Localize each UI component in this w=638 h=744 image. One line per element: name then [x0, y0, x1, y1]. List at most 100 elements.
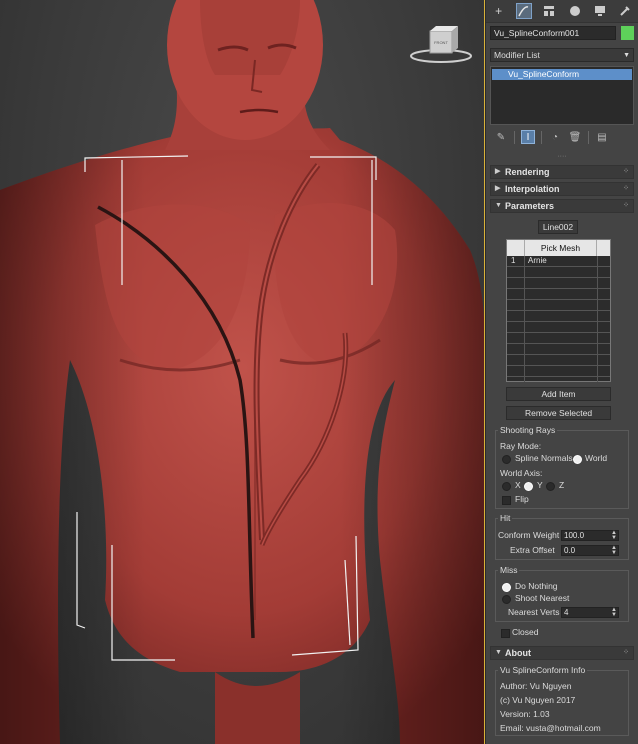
remove-selected-button[interactable]: Remove Selected: [506, 406, 611, 420]
rollout-parameters[interactable]: ▼ Parameters ⁘: [490, 199, 634, 213]
drag-handle-icon[interactable]: ⁘: [623, 647, 629, 659]
modifier-list-dropdown[interactable]: Modifier List ▼: [490, 48, 634, 62]
hit-title: Hit: [498, 513, 513, 523]
about-info-group: Vu SplineConform Info Author: Vu Nguyen …: [495, 665, 629, 736]
rollout-about[interactable]: ▼ About ⁘: [490, 646, 634, 660]
table-row[interactable]: [507, 267, 610, 278]
table-row[interactable]: [507, 311, 610, 322]
shooting-rays-title: Shooting Rays: [498, 425, 558, 435]
rollout-rendering[interactable]: ▶ Rendering ⁘: [490, 165, 634, 179]
conform-weight-label: Conform Weight: [498, 530, 560, 540]
nearest-verts-value: 4: [564, 608, 569, 617]
flip-label: Flip: [515, 494, 529, 504]
axis-x-radio[interactable]: [502, 482, 511, 491]
rollout-title: Interpolation: [505, 184, 560, 194]
extra-offset-label: Extra Offset: [510, 545, 555, 555]
spline-normals-radio[interactable]: [502, 455, 511, 464]
command-panel: + Vu_SplineConform001 Modifier List ▼ Vu…: [486, 0, 638, 744]
table-header: Pick Mesh: [507, 240, 610, 256]
table-row[interactable]: 1 Arnie: [507, 256, 610, 267]
table-row[interactable]: [507, 300, 610, 311]
show-end-result-icon[interactable]: I: [521, 130, 535, 144]
row-mesh-name: Arnie: [528, 256, 547, 265]
world-label: World: [585, 453, 608, 463]
pick-spline-button[interactable]: Line002: [538, 220, 578, 234]
table-row[interactable]: [507, 289, 610, 300]
extra-offset-spinner[interactable]: 0.0 ▲ ▼: [561, 545, 619, 556]
spinner-arrows-icon[interactable]: ▲ ▼: [611, 530, 617, 541]
viewport-scene[interactable]: FRONT: [0, 0, 485, 744]
command-panel-tabs: +: [486, 0, 638, 23]
body-model[interactable]: [0, 0, 485, 744]
table-row[interactable]: [507, 344, 610, 355]
stack-toolbar: ✎ I ◔ 🗑 ▤: [490, 129, 638, 145]
table-header-extra: [597, 240, 610, 256]
create-icon[interactable]: +: [491, 3, 507, 19]
chevron-down-icon: ▼: [623, 52, 630, 59]
table-row[interactable]: [507, 333, 610, 344]
rollout-title: Parameters: [505, 201, 555, 211]
table-row[interactable]: [507, 278, 610, 289]
shoot-nearest-radio[interactable]: [502, 595, 511, 604]
closed-label: Closed: [512, 627, 539, 637]
collapse-arrow-icon: ▼: [495, 649, 502, 656]
table-header-index: [507, 240, 525, 256]
viewport[interactable]: FRONT: [0, 0, 485, 744]
nearest-verts-spinner[interactable]: 4 ▲ ▼: [561, 607, 619, 618]
nearest-verts-label: Nearest Verts: [508, 607, 560, 617]
miss-group: Miss Do Nothing Shoot Nearest Nearest Ve…: [495, 565, 629, 622]
mesh-list-table[interactable]: Pick Mesh 1 Arnie: [506, 239, 611, 382]
modifier-stack[interactable]: Vu_SplineConform: [490, 66, 634, 125]
hit-group: Hit Conform Weight 100.0 ▲ ▼ Extra Offset…: [495, 513, 629, 560]
do-nothing-radio[interactable]: [502, 583, 511, 592]
drag-handle-icon[interactable]: ⁘: [623, 200, 629, 212]
axis-z-radio[interactable]: [546, 482, 555, 491]
flip-checkbox[interactable]: [502, 496, 511, 505]
about-version: Version: 1.03: [500, 709, 550, 719]
axis-y-label: Y: [537, 480, 543, 490]
axis-x-label: X: [515, 480, 521, 490]
utilities-icon[interactable]: [617, 3, 633, 19]
pin-stack-icon[interactable]: ✎: [494, 130, 508, 144]
display-icon[interactable]: [592, 3, 608, 19]
remove-modifier-icon[interactable]: 🗑: [568, 130, 582, 144]
motion-icon[interactable]: [567, 3, 583, 19]
closed-checkbox[interactable]: [501, 629, 510, 638]
row-index: 1: [511, 256, 516, 265]
world-radio[interactable]: [573, 455, 582, 464]
axis-y-radio[interactable]: [524, 482, 533, 491]
table-row[interactable]: [507, 366, 610, 377]
panel-resize-grip[interactable]: ····: [556, 153, 568, 160]
do-nothing-label: Do Nothing: [515, 581, 558, 591]
table-row[interactable]: [507, 355, 610, 366]
rollout-title: Rendering: [505, 167, 550, 177]
object-color-swatch[interactable]: [621, 26, 634, 40]
viewcube-face-label: FRONT: [434, 40, 448, 45]
axis-z-label: Z: [559, 480, 565, 490]
table-header-pick-mesh[interactable]: Pick Mesh: [525, 240, 597, 256]
rollout-title: About: [505, 648, 531, 658]
make-unique-icon[interactable]: ◔: [548, 130, 562, 144]
collapse-arrow-icon: ▼: [495, 202, 502, 209]
about-author: Author: Vu Nguyen: [500, 681, 572, 691]
drag-handle-icon[interactable]: ⁘: [623, 183, 629, 195]
object-name-field[interactable]: Vu_SplineConform001: [490, 26, 616, 40]
viewcube[interactable]: FRONT: [410, 26, 472, 63]
conform-weight-value: 100.0: [564, 531, 585, 540]
shoot-nearest-label: Shoot Nearest: [515, 593, 570, 603]
spinner-arrows-icon[interactable]: ▲ ▼: [611, 545, 617, 556]
add-item-button[interactable]: Add Item: [506, 387, 611, 401]
modify-icon[interactable]: [515, 3, 532, 19]
hierarchy-icon[interactable]: [541, 3, 557, 19]
configure-sets-icon[interactable]: ▤: [595, 130, 609, 144]
rollout-interpolation[interactable]: ▶ Interpolation ⁘: [490, 182, 634, 196]
stack-item-vu-splineconform[interactable]: Vu_SplineConform: [492, 69, 632, 80]
modifier-list-label: Modifier List: [494, 50, 540, 60]
expand-arrow-icon: ▶: [495, 185, 501, 192]
miss-title: Miss: [498, 565, 520, 575]
extra-offset-value: 0.0: [564, 546, 576, 555]
table-row[interactable]: [507, 322, 610, 333]
drag-handle-icon[interactable]: ⁘: [623, 166, 629, 178]
spinner-arrows-icon[interactable]: ▲ ▼: [611, 607, 617, 618]
conform-weight-spinner[interactable]: 100.0 ▲ ▼: [561, 530, 619, 541]
